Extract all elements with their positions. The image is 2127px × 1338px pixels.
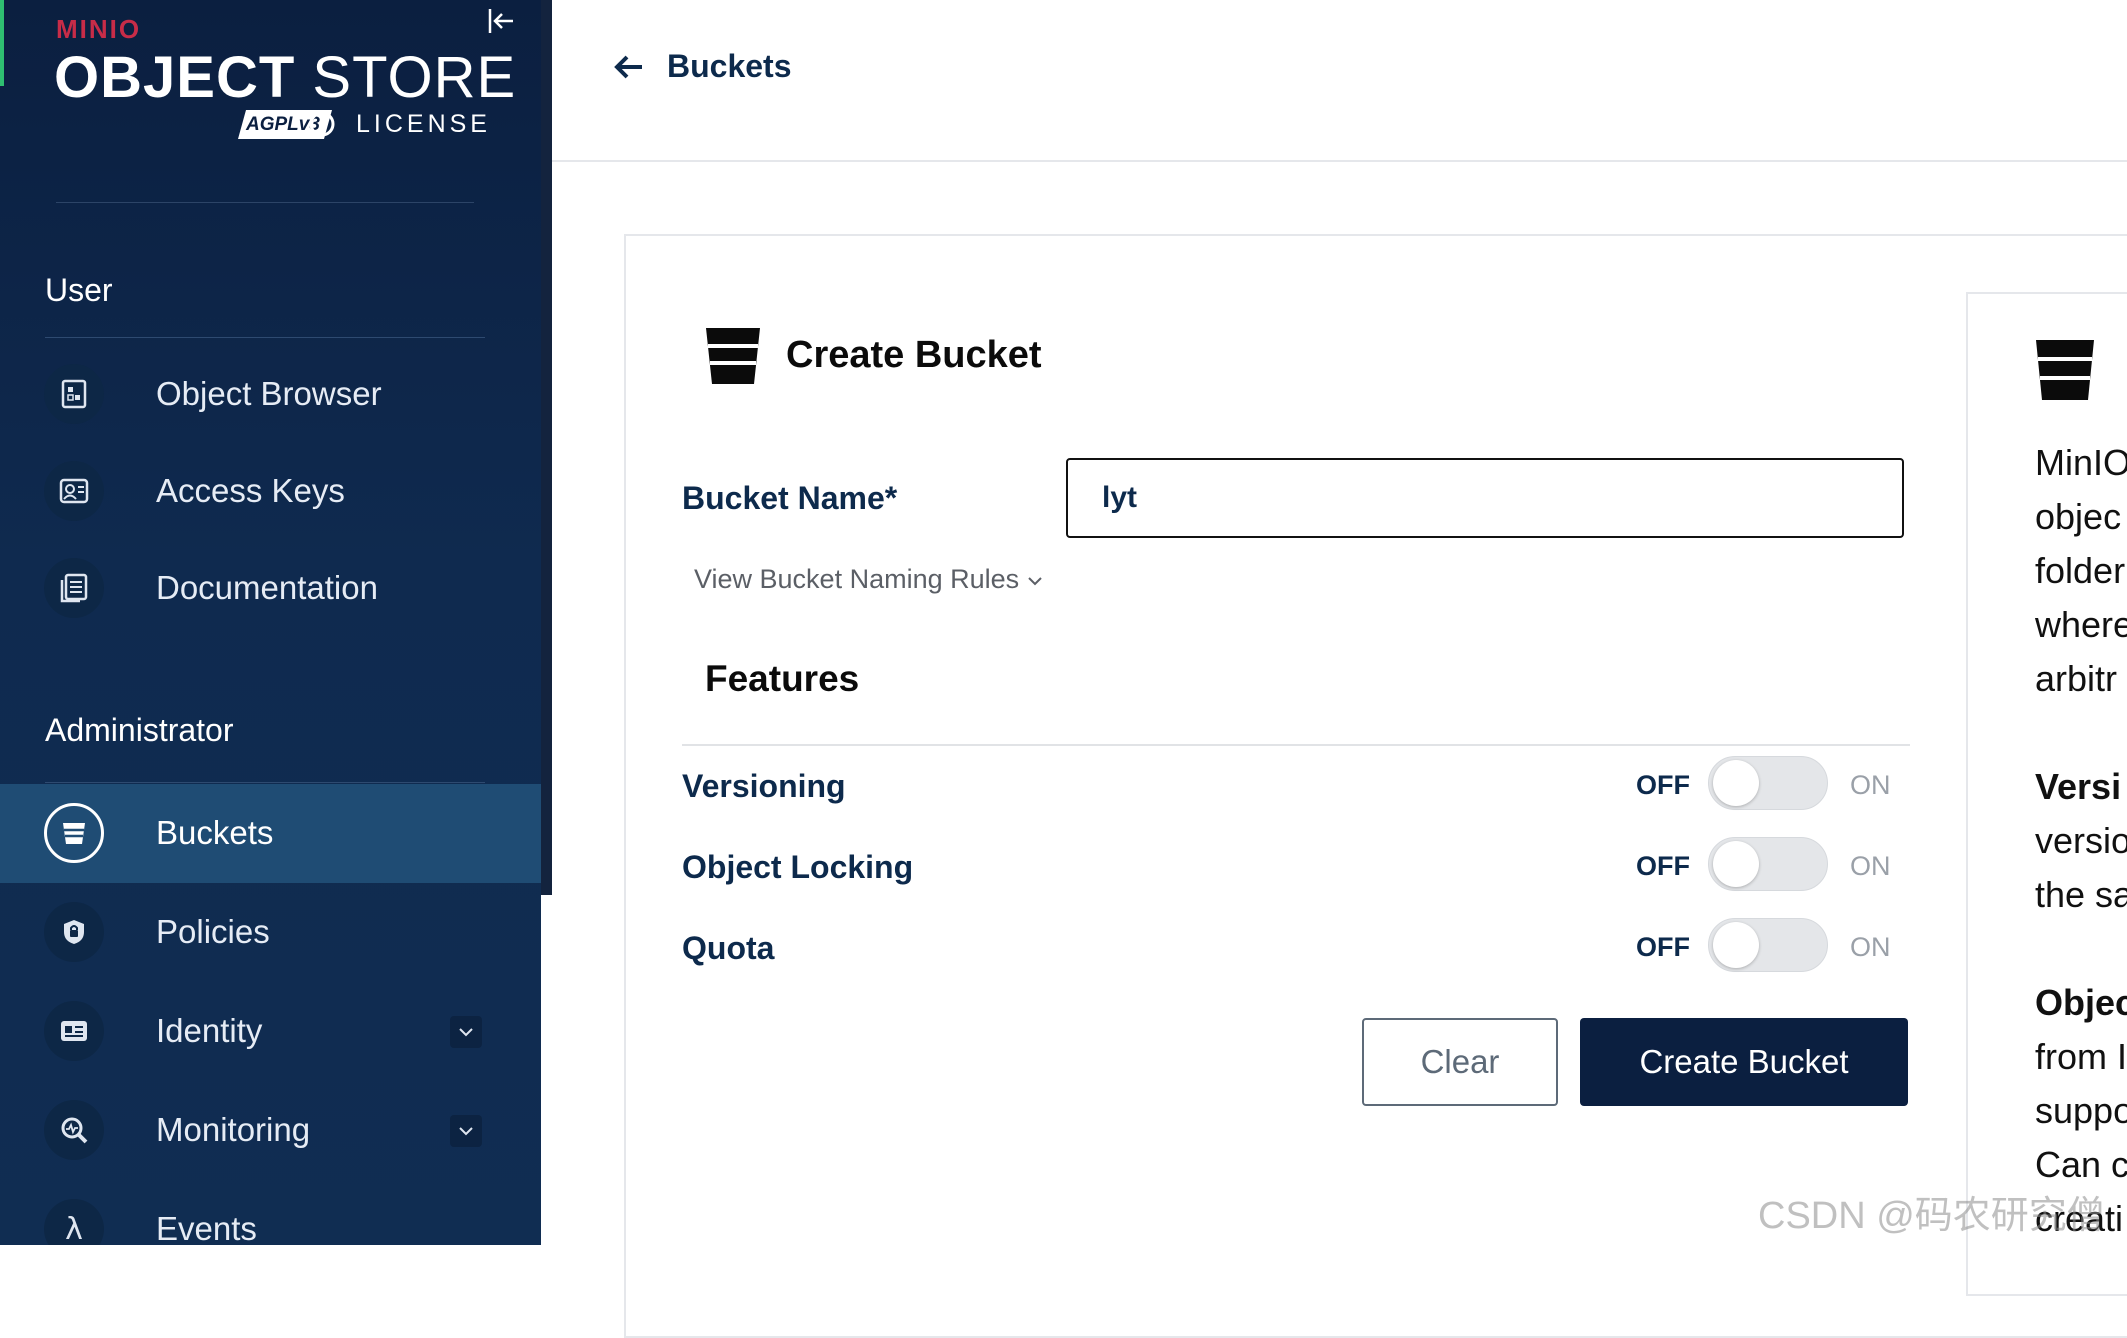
sidebar-item-label: Monitoring [156, 1111, 311, 1148]
toggle-knob [1713, 922, 1759, 968]
agpl-badge-logo: AGPLv3 [238, 110, 335, 139]
quota-toggle[interactable] [1708, 918, 1828, 972]
help-text-line: from I [2035, 1036, 2127, 1077]
section-divider [45, 782, 485, 783]
object-locking-toggle[interactable] [1708, 837, 1828, 891]
feature-label: Object Locking [682, 849, 914, 885]
sidebar-item-object-browser[interactable]: Object Browser [0, 345, 541, 444]
naming-rules-link[interactable]: View Bucket Naming Rules [694, 564, 1045, 595]
sidebar-item-access-keys[interactable]: Access Keys [0, 442, 541, 541]
sidebar-item-identity[interactable]: Identity [0, 982, 541, 1081]
watermark: CSDN @码农研究僧 [1758, 1195, 2105, 1237]
toggle-off-label: OFF [1636, 770, 1690, 800]
feature-row-quota: Quota OFF ON [682, 918, 1912, 978]
sidebar-item-label: Documentation [156, 569, 378, 606]
features-heading: Features [705, 658, 860, 699]
feature-label: Quota [682, 930, 775, 966]
naming-rules-label: View Bucket Naming Rules [694, 564, 1020, 594]
toggle-on-label: ON [1850, 932, 1891, 962]
shield-icon [44, 902, 104, 962]
bucket-name-input[interactable] [1066, 458, 1904, 538]
sidebar-item-buckets[interactable]: Buckets [0, 784, 541, 883]
help-text-line: arbitr [2035, 658, 2118, 699]
accent-bar [0, 0, 4, 86]
form-title: Create Bucket [786, 334, 1042, 376]
clear-button[interactable]: Clear [1362, 1018, 1558, 1106]
product-title: OBJECT STORE [54, 45, 517, 110]
sidebar-scroll-edge [541, 0, 552, 895]
bucket-icon [44, 803, 104, 863]
toggle-knob [1713, 760, 1759, 806]
sidebar-item-label: Identity [156, 1012, 263, 1049]
lambda-icon: λ [44, 1199, 104, 1245]
breadcrumb-buckets-link[interactable]: Buckets [667, 48, 792, 85]
sidebar-item-label: Policies [156, 913, 270, 950]
feature-label: Versioning [682, 768, 846, 804]
bucket-icon [2036, 340, 2094, 400]
chevron-down-icon[interactable] [450, 1115, 482, 1147]
sidebar: MINIO OBJECT STORE AGPLv3 LICENSE User O… [0, 0, 541, 1245]
collapse-sidebar-icon[interactable] [486, 6, 516, 36]
features-divider [682, 744, 1910, 746]
bucket-icon [706, 328, 760, 384]
sidebar-item-policies[interactable]: Policies [0, 883, 541, 982]
create-bucket-button[interactable]: Create Bucket [1580, 1018, 1908, 1106]
help-text-line: versio [2035, 820, 2127, 861]
help-text-line: folder [2035, 550, 2126, 591]
section-divider [45, 337, 485, 338]
identity-icon [44, 1001, 104, 1061]
sidebar-item-label: Object Browser [156, 375, 382, 412]
help-heading-line: Objec [2035, 982, 2127, 1023]
sidebar-item-documentation[interactable]: Documentation [0, 539, 541, 638]
sidebar-item-label: Access Keys [156, 472, 345, 509]
help-text-line: MinIO [2035, 442, 2127, 483]
sidebar-item-label: Events [156, 1210, 257, 1245]
toggle-on-label: ON [1850, 770, 1891, 800]
section-user-label: User [45, 272, 113, 308]
toggle-off-label: OFF [1636, 851, 1690, 881]
object-browser-icon [44, 364, 104, 424]
documentation-icon [44, 558, 104, 618]
section-administrator-label: Administrator [45, 712, 234, 748]
versioning-toggle[interactable] [1708, 756, 1828, 810]
feature-row-object-locking: Object Locking OFF ON [682, 837, 1912, 897]
monitoring-icon [44, 1100, 104, 1160]
help-text-line: objec [2035, 496, 2122, 537]
toggle-knob [1713, 841, 1759, 887]
help-text-line: suppo [2035, 1090, 2127, 1131]
svg-text:AGPLv3: AGPLv3 [245, 114, 320, 135]
toggle-off-label: OFF [1636, 932, 1690, 962]
feature-row-versioning: Versioning OFF ON [682, 756, 1912, 816]
brand-logo: MINIO [56, 14, 142, 44]
access-keys-icon [44, 461, 104, 521]
help-text-line: the sa [2035, 874, 2127, 915]
chevron-down-icon [1028, 577, 1042, 586]
sidebar-item-events[interactable]: λ Events [0, 1180, 541, 1245]
toggle-on-label: ON [1850, 851, 1891, 881]
logo-divider [56, 202, 474, 203]
license-label: LICENSE [356, 110, 491, 138]
chevron-down-icon[interactable] [450, 1016, 482, 1048]
sidebar-item-label: Buckets [156, 814, 274, 851]
help-text-line: where [2035, 604, 2127, 645]
sidebar-item-monitoring[interactable]: Monitoring [0, 1081, 541, 1180]
page-header: Buckets [552, 0, 2127, 162]
help-heading-line: Versi [2035, 766, 2122, 807]
back-arrow-icon[interactable] [612, 52, 646, 82]
bucket-name-label: Bucket Name* [682, 480, 898, 516]
